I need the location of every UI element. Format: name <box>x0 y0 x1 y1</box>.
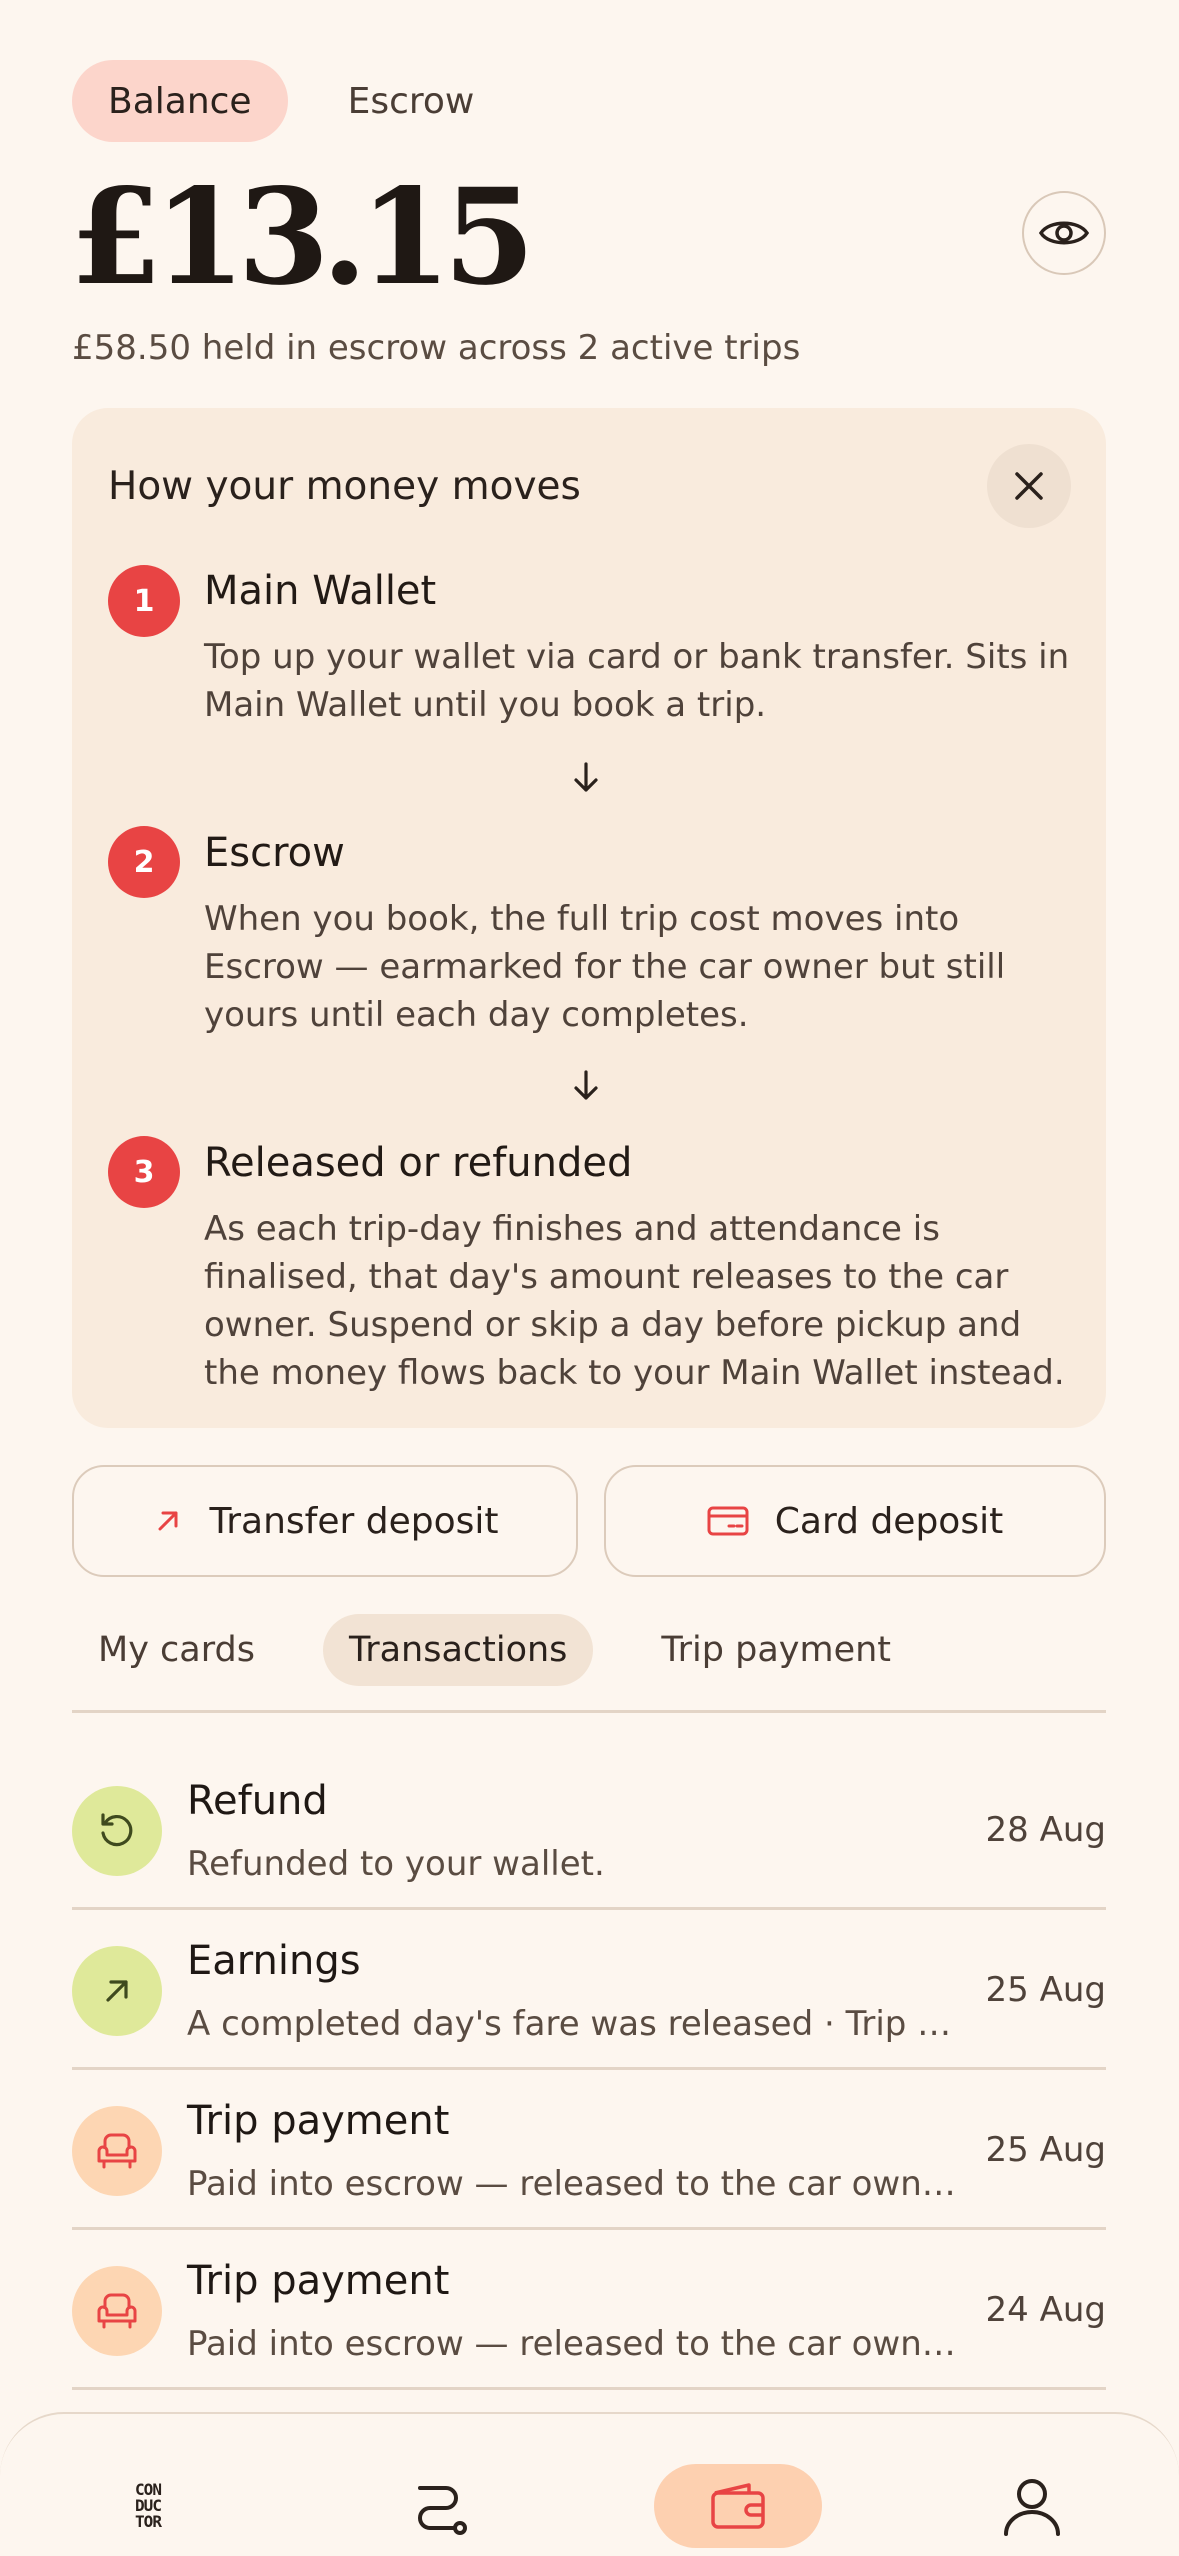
tab-trip-payment[interactable]: Trip payment <box>635 1614 917 1686</box>
transaction-subtitle: A completed day's fare was released · Tr… <box>187 2004 967 2044</box>
tab-transactions[interactable]: Transactions <box>322 1614 594 1686</box>
step-title-2: Escrow <box>204 830 345 876</box>
profile-icon <box>1004 2479 1060 2536</box>
card-deposit-button[interactable]: Card deposit <box>604 1465 1106 1577</box>
transaction-subtitle: Paid into escrow — released to the car o… <box>187 2324 967 2364</box>
transaction-row[interactable]: Trip payment Paid into escrow — released… <box>72 2070 1106 2230</box>
step-description-1: Top up your wallet via card or bank tran… <box>204 637 1070 725</box>
toggle-visibility-button[interactable] <box>1022 191 1106 275</box>
arrow-up-right-icon <box>72 1946 162 2036</box>
nav-trips[interactable] <box>398 2464 482 2548</box>
transaction-date: 28 Aug <box>985 1810 1106 1850</box>
transaction-date: 25 Aug <box>985 2130 1106 2170</box>
transaction-title: Trip payment <box>187 2098 450 2144</box>
wallet-icon <box>711 2483 765 2529</box>
section-tabs: My cards Transactions Trip payment <box>72 1614 917 1686</box>
eye-icon <box>1039 221 1089 245</box>
close-icon <box>1015 472 1043 500</box>
logo-line: TOR <box>135 2512 162 2531</box>
escrow-summary: £58.50 held in escrow across 2 active tr… <box>72 328 801 368</box>
transaction-title: Refund <box>187 1778 328 1824</box>
nav-profile[interactable] <box>990 2464 1074 2548</box>
transaction-title: Earnings <box>187 1938 361 1984</box>
close-card-button[interactable] <box>987 444 1071 528</box>
refund-icon <box>72 1786 162 1876</box>
step-description-2: When you book, the full trip cost moves … <box>204 899 1006 1035</box>
transaction-date: 25 Aug <box>985 1970 1106 2010</box>
arrow-up-right-icon <box>158 1511 178 1531</box>
transaction-row[interactable]: Earnings A completed day's fare was rele… <box>72 1910 1106 2070</box>
transaction-subtitle: Refunded to your wallet. <box>187 1844 605 1884</box>
transaction-row[interactable]: Refund Refunded to your wallet. 28 Aug <box>72 1750 1106 1910</box>
step-title-3: Released or refunded <box>204 1140 633 1186</box>
step-description-3: As each trip-day finishes and attendance… <box>204 1209 1065 1393</box>
nav-home-logo[interactable]: CON DUC TOR <box>112 2464 184 2548</box>
tab-my-cards[interactable]: My cards <box>72 1614 281 1686</box>
route-icon <box>418 2486 467 2535</box>
nav-wallet[interactable] <box>654 2464 822 2548</box>
step-title-1: Main Wallet <box>204 568 437 614</box>
seat-icon <box>72 2106 162 2196</box>
step-number-3: 3 <box>108 1136 180 1208</box>
tab-escrow[interactable]: Escrow <box>312 60 511 142</box>
bottom-navigation: CON DUC TOR <box>0 2412 1179 2556</box>
balance-amount: £13.15 <box>70 160 535 315</box>
step-number-2: 2 <box>108 826 180 898</box>
transaction-subtitle: Paid into escrow — released to the car o… <box>187 2164 967 2204</box>
credit-card-icon <box>707 1506 749 1536</box>
tabs-divider <box>72 1710 1106 1713</box>
money-flow-title: How your money moves <box>108 464 581 509</box>
tab-balance[interactable]: Balance <box>72 60 288 142</box>
money-flow-card: How your money moves 1 Main Wallet Top u… <box>72 408 1106 1428</box>
seat-icon <box>72 2266 162 2356</box>
transaction-row[interactable]: Trip payment Paid into escrow — released… <box>72 2230 1106 2390</box>
arrow-down-icon <box>574 1070 598 1100</box>
home-logo-icon: CON DUC TOR <box>135 2482 162 2531</box>
arrow-down-icon <box>574 762 598 792</box>
transfer-deposit-label: Transfer deposit <box>209 1500 499 1542</box>
transfer-deposit-button[interactable]: Transfer deposit <box>72 1465 578 1577</box>
transaction-title: Trip payment <box>187 2258 450 2304</box>
transaction-date: 24 Aug <box>985 2290 1106 2330</box>
balance-escrow-switch: Balance Escrow <box>72 60 510 142</box>
step-number-1: 1 <box>108 565 180 637</box>
card-deposit-label: Card deposit <box>774 1500 1004 1542</box>
